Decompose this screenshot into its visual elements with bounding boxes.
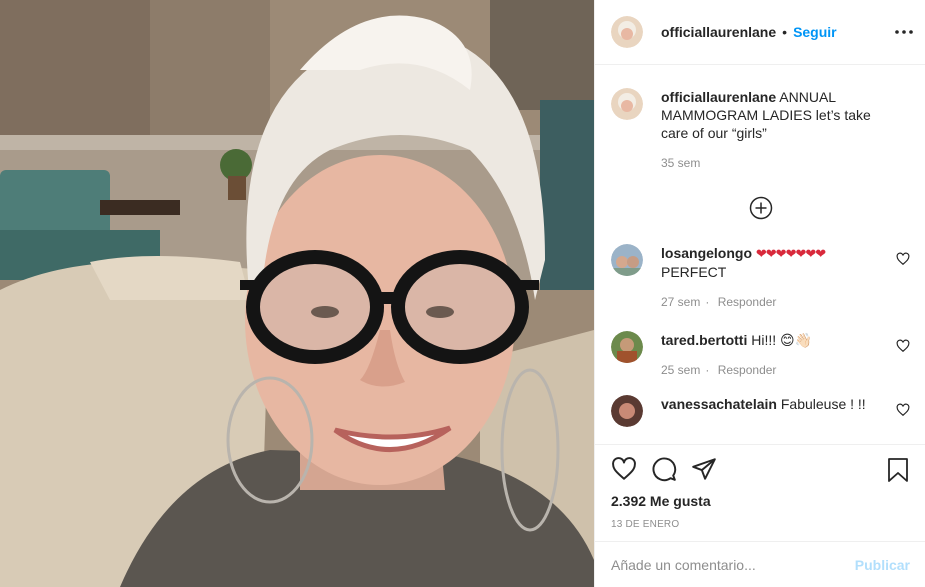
post-photo[interactable] xyxy=(0,0,594,587)
reply-button[interactable]: Responder xyxy=(718,363,777,377)
comments-section[interactable]: officiallaurenlane ANNUAL MAMMOGRAM LADI… xyxy=(595,66,925,444)
comment-time[interactable]: 27 sem xyxy=(661,295,700,309)
post-date[interactable]: 13 DE ENERO xyxy=(611,519,910,530)
avatar[interactable] xyxy=(611,331,643,363)
like-comment-heart-icon[interactable] xyxy=(896,403,910,417)
paper-plane-icon[interactable] xyxy=(691,456,717,482)
like-comment-heart-icon[interactable] xyxy=(896,252,910,266)
post-actions: 2.392 Me gusta 13 DE ENERO xyxy=(595,444,925,541)
bookmark-icon[interactable] xyxy=(886,457,910,483)
publish-button[interactable]: Publicar xyxy=(855,557,910,573)
heart-emoji: ❤❤❤❤❤❤❤ xyxy=(755,246,826,261)
post-username[interactable]: officiallaurenlane xyxy=(661,24,776,40)
comment-username[interactable]: losangelongo xyxy=(661,245,752,261)
plus-circle-icon xyxy=(749,196,772,220)
heart-icon[interactable] xyxy=(611,456,637,482)
post-panel: officiallaurenlane • Seguir officiallaur… xyxy=(594,0,925,587)
comment-text: Fabuleuse ! !! xyxy=(780,396,866,412)
comment-username[interactable]: tared.bertotti xyxy=(661,332,747,348)
separator-dot: • xyxy=(782,24,788,40)
avatar[interactable] xyxy=(611,88,643,120)
reply-button[interactable]: Responder xyxy=(718,295,777,309)
comment-text: PERFECT xyxy=(661,264,727,280)
follow-button[interactable]: Seguir xyxy=(793,24,837,40)
post-header: officiallaurenlane • Seguir xyxy=(595,0,925,65)
load-more-comments-button[interactable] xyxy=(611,196,910,224)
comment-input[interactable] xyxy=(611,556,855,573)
more-options-icon[interactable] xyxy=(892,20,916,44)
avatar[interactable] xyxy=(611,395,643,427)
caption-username[interactable]: officiallaurenlane xyxy=(661,89,776,105)
selfie-image xyxy=(0,0,594,587)
comment-time[interactable]: 25 sem xyxy=(661,363,700,377)
comment-item: vanessachatelain Fabuleuse ! !! xyxy=(611,395,910,427)
avatar[interactable] xyxy=(611,244,643,276)
comment-text: Hi!!! 😊👋🏻 xyxy=(751,332,813,348)
comment-item: tared.bertotti Hi!!! 😊👋🏻 25 sem · Respond… xyxy=(611,331,910,379)
comment-item: losangelongo ❤❤❤❤❤❤❤ PERFECT 27 sem · Res… xyxy=(611,244,910,311)
likes-count[interactable]: 2.392 Me gusta xyxy=(611,493,910,509)
avatar[interactable] xyxy=(611,16,643,48)
comment-username[interactable]: vanessachatelain xyxy=(661,396,777,412)
comment-icon[interactable] xyxy=(651,456,677,482)
add-comment-bar: Publicar xyxy=(595,541,925,587)
post-caption: officiallaurenlane ANNUAL MAMMOGRAM LADI… xyxy=(611,88,910,172)
caption-time[interactable]: 35 sem xyxy=(661,156,700,170)
like-comment-heart-icon[interactable] xyxy=(896,339,910,353)
